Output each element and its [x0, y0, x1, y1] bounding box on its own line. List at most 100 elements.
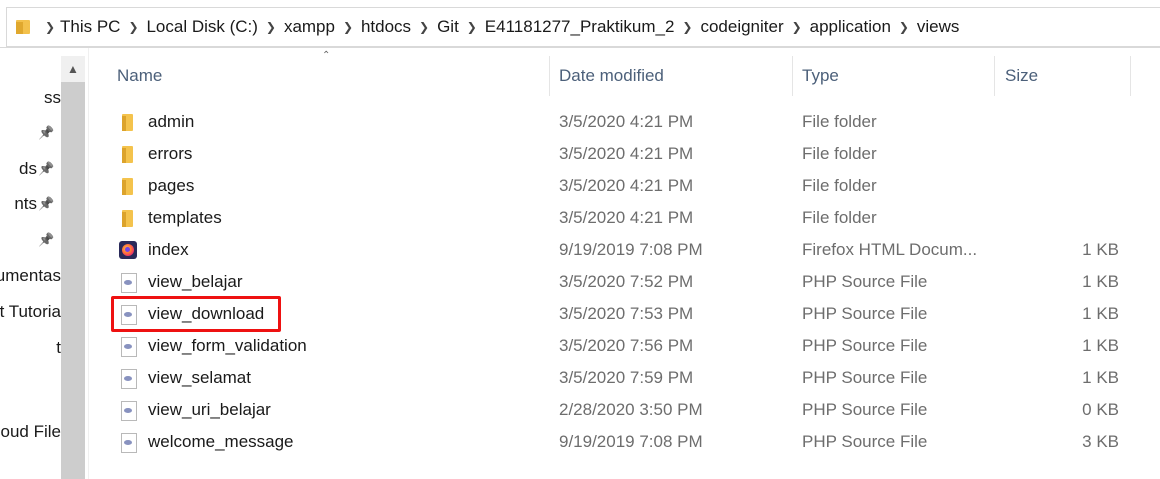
file-type: PHP Source File	[802, 272, 928, 291]
php-icon	[119, 337, 137, 357]
navigation-pane: ss 📌 ds 📌 nts 📌 📌 umentas t Tutoria t oud File	[0, 48, 61, 479]
file-name: view_form_validation	[148, 336, 307, 355]
firefox-icon	[119, 241, 137, 259]
php-icon	[119, 369, 137, 389]
file-date: 3/5/2020 4:21 PM	[559, 176, 694, 195]
pin-icon: 📌	[38, 161, 55, 176]
file-type: File folder	[802, 144, 877, 163]
file-date: 3/5/2020 4:21 PM	[559, 112, 694, 131]
php-icon	[119, 273, 137, 293]
file-type: PHP Source File	[802, 368, 928, 387]
chevron-right-icon[interactable]: ❯	[40, 7, 60, 47]
file-date: 3/5/2020 7:52 PM	[559, 272, 694, 291]
file-row[interactable]: welcome_message 9/19/2019 7:08 PM PHP Sour…	[89, 426, 1160, 458]
chevron-right-icon[interactable]: ❯	[335, 7, 361, 47]
column-divider[interactable]	[792, 56, 793, 96]
file-row[interactable]: errors 3/5/2020 4:21 PM File folder	[89, 138, 1160, 170]
nav-item[interactable]: umentas	[0, 261, 61, 291]
file-date: 3/5/2020 7:53 PM	[559, 304, 694, 323]
pin-icon: 📌	[38, 125, 55, 140]
file-date: 9/19/2019 7:08 PM	[559, 240, 703, 259]
navigation-scrollbar[interactable]: ▲	[61, 56, 85, 479]
breadcrumb-items: This PC ❯ Local Disk (C:) ❯ xampp ❯ htdocs ❯ Git…	[60, 7, 959, 47]
folder-icon	[119, 209, 137, 227]
file-date: 2/28/2020 3:50 PM	[559, 400, 703, 419]
file-row[interactable]: index 9/19/2019 7:08 PM Firefox HTML Docum…	[89, 234, 1160, 266]
file-date: 9/19/2019 7:08 PM	[559, 432, 703, 451]
nav-item[interactable]: oud File	[0, 417, 61, 447]
breadcrumb-item[interactable]: codeigniter	[700, 7, 783, 47]
breadcrumb-item[interactable]: This PC	[60, 7, 120, 47]
chevron-right-icon[interactable]: ❯	[674, 7, 700, 47]
chevron-right-icon[interactable]: ❯	[459, 7, 485, 47]
column-divider[interactable]	[994, 56, 995, 96]
nav-item[interactable]: ss	[0, 83, 61, 113]
scroll-up-arrow-icon[interactable]: ▲	[61, 56, 85, 80]
chevron-right-icon[interactable]: ❯	[411, 7, 437, 47]
breadcrumb-item[interactable]: E41181277_Praktikum_2	[485, 7, 675, 47]
file-date: 3/5/2020 7:56 PM	[559, 336, 694, 355]
highlight-annotation	[111, 296, 281, 332]
file-name: admin	[148, 112, 195, 131]
nav-item-label: oud File	[0, 422, 61, 441]
breadcrumb-item[interactable]: application	[810, 7, 891, 47]
address-bar: ❯ This PC ❯ Local Disk (C:) ❯ xampp ❯ htdocs ❯ G…	[0, 0, 1160, 48]
scrollbar-thumb[interactable]	[61, 82, 85, 479]
file-size: 1 KB	[1082, 240, 1119, 259]
column-size[interactable]: Size	[1005, 56, 1038, 96]
php-icon	[119, 433, 137, 453]
file-type: Firefox HTML Docum...	[802, 240, 978, 259]
file-name: view_belajar	[148, 272, 243, 291]
nav-item[interactable]: t	[0, 333, 61, 363]
file-name: view_uri_belajar	[148, 400, 271, 419]
nav-item-label: ss	[44, 88, 61, 107]
file-size: 0 KB	[1082, 400, 1119, 419]
pin-icon: 📌	[38, 196, 55, 211]
file-row[interactable]: templates 3/5/2020 4:21 PM File folder	[89, 202, 1160, 234]
folder-icon	[119, 145, 137, 163]
chevron-right-icon[interactable]: ❯	[784, 7, 810, 47]
file-size: 1 KB	[1082, 272, 1119, 291]
file-name: pages	[148, 176, 195, 195]
file-row[interactable]: view_selamat 3/5/2020 7:59 PM PHP Source F…	[89, 362, 1160, 394]
breadcrumb-item[interactable]: Local Disk (C:)	[146, 7, 257, 47]
file-name: index	[148, 240, 189, 259]
nav-item-label: ds	[19, 159, 37, 178]
file-size: 3 KB	[1082, 432, 1119, 451]
pin-icon: 📌	[38, 232, 55, 247]
breadcrumb-item[interactable]: htdocs	[361, 7, 411, 47]
file-row[interactable]: admin 3/5/2020 4:21 PM File folder	[89, 106, 1160, 138]
file-type: File folder	[802, 208, 877, 227]
breadcrumb[interactable]: ❯ This PC ❯ Local Disk (C:) ❯ xampp ❯ htdocs ❯ G…	[6, 7, 1160, 47]
file-type: PHP Source File	[802, 432, 928, 451]
column-type[interactable]: Type	[802, 56, 839, 96]
nav-item[interactable]: 📌	[0, 118, 61, 148]
folder-icon	[119, 113, 137, 131]
nav-item[interactable]: nts 📌	[0, 189, 61, 219]
breadcrumb-item[interactable]: views	[917, 7, 960, 47]
nav-item[interactable]: ds 📌	[0, 154, 61, 184]
file-date: 3/5/2020 4:21 PM	[559, 144, 694, 163]
file-row[interactable]: pages 3/5/2020 4:21 PM File folder	[89, 170, 1160, 202]
column-divider[interactable]	[1130, 56, 1131, 96]
column-divider[interactable]	[549, 56, 550, 96]
file-row[interactable]: view_form_validation 3/5/2020 7:56 PM PHP …	[89, 330, 1160, 362]
folder-icon	[119, 177, 137, 195]
file-row[interactable]: view_uri_belajar 2/28/2020 3:50 PM PHP Sou…	[89, 394, 1160, 426]
chevron-right-icon[interactable]: ❯	[891, 7, 917, 47]
column-name[interactable]: Name	[117, 56, 162, 96]
file-name: view_selamat	[148, 368, 251, 387]
nav-item[interactable]: 📌	[0, 225, 61, 255]
file-row[interactable]: view_belajar 3/5/2020 7:52 PM PHP Source F…	[89, 266, 1160, 298]
breadcrumb-item[interactable]: Git	[437, 7, 459, 47]
nav-item[interactable]: t Tutoria	[0, 297, 61, 327]
chevron-right-icon[interactable]: ❯	[120, 7, 146, 47]
column-date-modified[interactable]: Date modified	[559, 56, 664, 96]
file-type: PHP Source File	[802, 400, 928, 419]
file-type: File folder	[802, 112, 877, 131]
breadcrumb-item[interactable]: xampp	[284, 7, 335, 47]
file-name: templates	[148, 208, 222, 227]
chevron-right-icon[interactable]: ❯	[258, 7, 284, 47]
sort-ascending-icon: ⌃	[322, 50, 331, 61]
file-name: welcome_message	[148, 432, 294, 451]
